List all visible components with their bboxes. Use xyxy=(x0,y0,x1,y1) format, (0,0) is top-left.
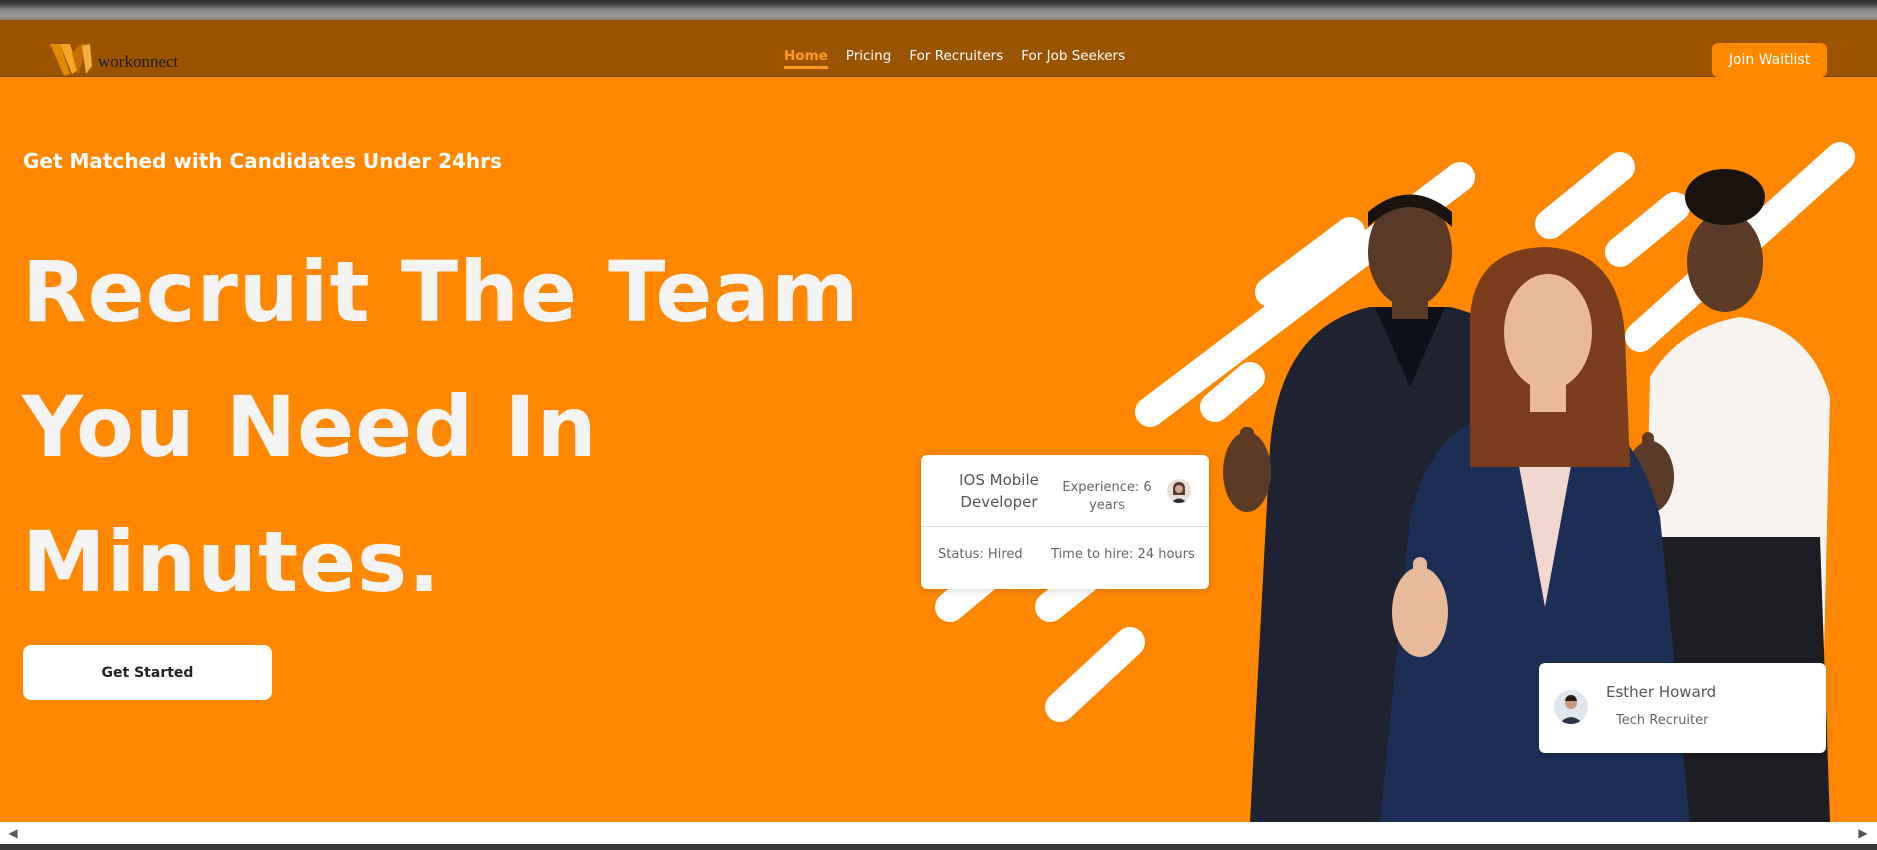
job-card-top-row: IOS Mobile Developer Experience: 6 years xyxy=(921,455,1209,527)
headline-line-3: Minutes. xyxy=(22,513,442,611)
nav-link-for-job-seekers[interactable]: For Job Seekers xyxy=(1021,48,1125,69)
scroll-left-arrow-icon[interactable]: ◀ xyxy=(6,826,20,840)
job-experience: Experience: 6 years xyxy=(1062,480,1152,513)
main-nav: Home Pricing For Recruiters For Job Seek… xyxy=(784,48,1125,69)
candidate-avatar xyxy=(1167,479,1191,503)
horizontal-scrollbar[interactable]: ◀ ▶ xyxy=(0,822,1877,844)
headline-line-2: You Need In xyxy=(22,378,598,476)
hero-section: Get Matched with Candidates Under 24hrs … xyxy=(0,77,1877,822)
get-started-button[interactable]: Get Started xyxy=(23,645,272,700)
recruiter-title: Tech Recruiter xyxy=(1616,713,1709,728)
headline-line-1: Recruit The Team xyxy=(22,243,860,341)
brand-name: workonnect xyxy=(98,52,179,71)
recruiter-name: Esther Howard xyxy=(1606,683,1717,701)
recruiter-card[interactable]: Esther Howard Tech Recruiter xyxy=(1539,663,1826,753)
scroll-right-arrow-icon[interactable]: ▶ xyxy=(1856,826,1870,840)
job-card-bottom-row: Status: Hired Time to hire: 24 hours xyxy=(921,527,1209,587)
nav-link-pricing[interactable]: Pricing xyxy=(846,48,892,69)
nav-link-for-recruiters[interactable]: For Recruiters xyxy=(909,48,1003,69)
workonnect-logo-icon xyxy=(50,44,92,76)
job-role: IOS Mobile Developer xyxy=(959,471,1039,511)
window-bottom-edge xyxy=(0,844,1877,850)
job-card[interactable]: IOS Mobile Developer Experience: 6 years… xyxy=(921,455,1209,589)
nav-link-home[interactable]: Home xyxy=(784,48,828,69)
hero-tagline: Get Matched with Candidates Under 24hrs xyxy=(23,149,502,173)
brand-logo[interactable]: workonnect xyxy=(48,40,198,80)
time-to-hire: Time to hire: 24 hours xyxy=(1051,547,1195,562)
hire-status: Status: Hired xyxy=(938,547,1023,562)
navbar: workonnect Home Pricing For Recruiters F… xyxy=(0,20,1877,77)
hero-headline: Recruit The Team You Need In Minutes. xyxy=(22,225,860,630)
join-waitlist-button[interactable]: Join Waitlist xyxy=(1712,43,1827,77)
recruiter-avatar xyxy=(1554,690,1588,724)
